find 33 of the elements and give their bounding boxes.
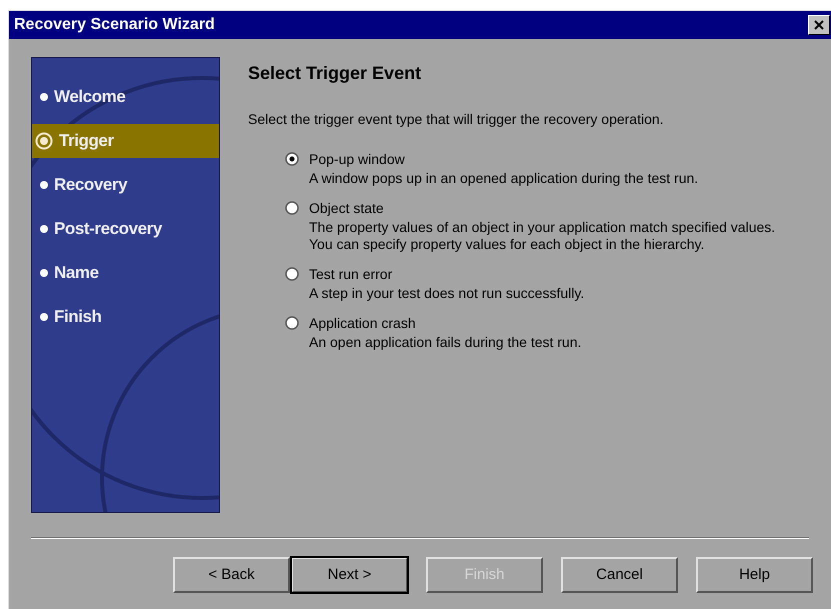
radio-option[interactable]: Object state <box>285 197 799 219</box>
dialog-button[interactable]: Next > <box>291 557 408 593</box>
radio-option[interactable]: Pop-up window <box>285 148 799 170</box>
option-description: An open application fails during the test run. <box>309 334 582 351</box>
option-description: A window pops up in an opened application during the test run. <box>309 170 700 187</box>
bullet-icon <box>40 225 48 233</box>
step-item[interactable]: Trigger <box>32 124 219 158</box>
dialog-button[interactable]: < Back <box>173 557 290 593</box>
step-item[interactable]: Welcome <box>32 80 219 114</box>
window-title: Recovery Scenario Wizard <box>14 15 215 35</box>
radio-button[interactable] <box>285 316 299 330</box>
ring-bullet-icon <box>35 132 53 150</box>
option-description: A step in your test does not run successfully. <box>309 285 586 302</box>
radio-button[interactable] <box>285 201 299 215</box>
radio-button[interactable] <box>285 267 299 281</box>
bullet-icon <box>40 269 48 277</box>
radio-option[interactable]: Application crash <box>285 312 799 334</box>
dialog-button[interactable]: Help <box>696 557 813 593</box>
page-heading: Select Trigger Event <box>248 62 422 85</box>
option-description: The property values of an object in your application match specified values. You can specify property values for each object in the hierarchy. <box>309 219 776 253</box>
close-button[interactable] <box>808 15 830 35</box>
close-icon <box>814 20 824 30</box>
step-item[interactable]: Finish <box>32 300 219 334</box>
step-item[interactable]: Recovery <box>32 168 219 202</box>
bullet-icon <box>40 313 48 321</box>
radio-option[interactable]: Test run error <box>285 263 799 285</box>
radio-button[interactable] <box>285 152 299 166</box>
dialog-button[interactable]: Cancel <box>561 557 678 593</box>
step-item[interactable]: Post-recovery <box>32 212 219 246</box>
bullet-icon <box>40 181 48 189</box>
instruction-text: Select the trigger event type that will trigger the recovery operation. <box>248 110 665 129</box>
bullet-icon <box>40 93 48 101</box>
step-item[interactable]: Name <box>32 256 219 290</box>
